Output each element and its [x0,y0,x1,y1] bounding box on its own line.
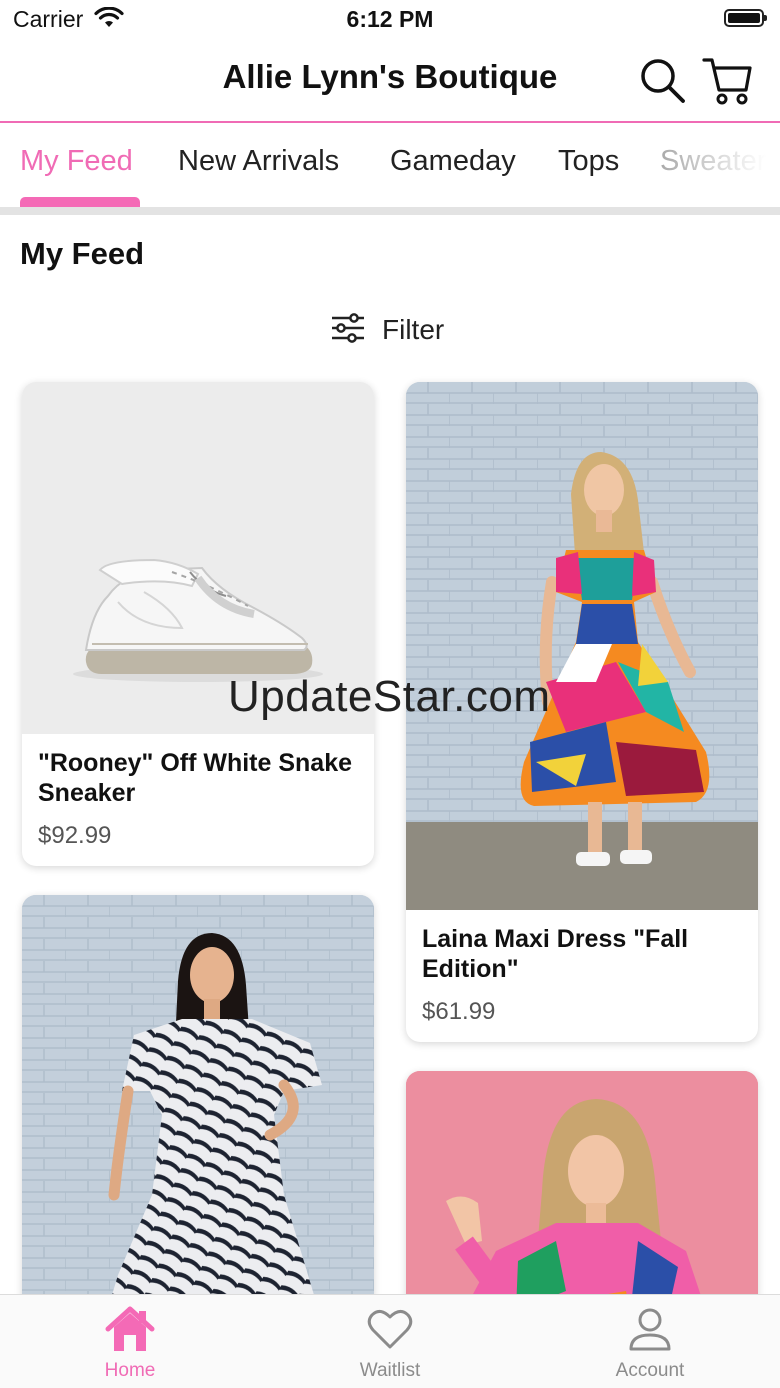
heart-icon [310,1305,470,1358]
active-tab-indicator [20,197,140,207]
category-tabs: My Feed New Arrivals Gameday Tops Sweate… [0,123,780,209]
app-header: Allie Lynn's Boutique [0,40,780,123]
nav-waitlist-label: Waitlist [359,1360,421,1381]
product-card[interactable]: "Rooney" Off White Snake Sneaker $92.99 [22,382,374,866]
battery-icon [724,9,767,27]
tab-sweaters[interactable]: Sweaters [660,145,780,178]
account-icon [570,1305,730,1358]
filter-button[interactable]: Filter [330,308,444,352]
product-card[interactable] [22,895,374,1355]
watermark-text: UpdateStar.com [228,672,551,721]
product-price: $61.99 [422,998,496,1025]
search-icon[interactable] [638,56,688,106]
tab-my-feed[interactable]: My Feed [20,145,133,178]
clock: 6:12 PM [346,6,434,32]
filter-sliders-icon [330,312,366,348]
tab-gameday[interactable]: Gameday [390,145,516,178]
nav-home[interactable]: Home [50,1305,210,1382]
filter-label: Filter [382,314,445,345]
tabs-divider [0,207,780,215]
home-icon [50,1305,210,1358]
tab-new-arrivals[interactable]: New Arrivals [178,145,339,178]
cart-icon[interactable] [700,54,756,108]
product-name: Laina Maxi Dress "Fall Edition" [422,925,689,983]
status-bar: Carrier 6:12 PM [0,0,780,40]
nav-account-label: Account [615,1360,685,1381]
bottom-tab-bar: Home Waitlist Account [0,1294,780,1388]
tab-tops[interactable]: Tops [558,145,619,178]
nav-home-label: Home [104,1360,156,1381]
product-image [406,382,758,910]
product-name: "Rooney" Off White Snake Sneaker [38,749,353,807]
product-image [22,895,374,1355]
section-title: My Feed [20,236,145,271]
nav-account[interactable]: Account [570,1305,730,1382]
product-price: $92.99 [38,822,112,849]
nav-waitlist[interactable]: Waitlist [310,1305,470,1382]
